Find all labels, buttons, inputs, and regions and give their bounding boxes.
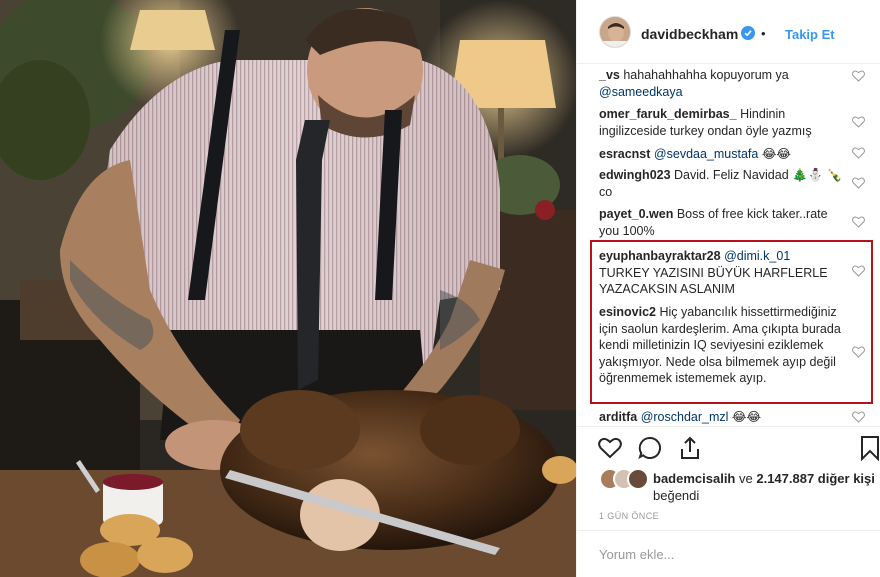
comment-like-heart-icon[interactable]: [852, 147, 865, 159]
comment-mention[interactable]: @roschdar_mzl: [641, 410, 729, 424]
post-timestamp[interactable]: 1 GÜN ÖNCE: [599, 511, 659, 521]
likes-count[interactable]: 2.147.887 diğer kişi: [756, 471, 875, 486]
comment-item: eyuphanbayraktar28 @dimi.k_01 TURKEY YAZ…: [599, 248, 849, 298]
action-bar: [577, 426, 880, 466]
liker-avatar[interactable]: [627, 468, 649, 490]
comment-item: payet_0.wen Boss of free kick taker..rat…: [599, 206, 849, 239]
bookmark-icon[interactable]: [857, 435, 880, 461]
comment-item: _vs hahahahhahha kopuyorum ya @sameedkay…: [599, 67, 849, 100]
comment-like-heart-icon[interactable]: [852, 177, 865, 189]
comment-item: omer_faruk_demirbas_ Hindinin ingilizces…: [599, 106, 849, 139]
comment-mention[interactable]: @sevdaa_mustafa: [654, 147, 758, 161]
comment-mention[interactable]: @dimi.k_01: [724, 249, 790, 263]
comment-like-heart-icon[interactable]: [852, 70, 865, 82]
header-username[interactable]: davidbeckham: [641, 26, 738, 42]
add-comment-placeholder[interactable]: Yorum ekle...: [599, 547, 674, 562]
comment-username[interactable]: esinovic2: [599, 305, 656, 319]
share-icon[interactable]: [677, 435, 703, 461]
comment-like-heart-icon[interactable]: [852, 216, 865, 228]
comment-like-heart-icon[interactable]: [852, 346, 865, 358]
comment-like-heart-icon[interactable]: [852, 265, 865, 277]
photo-illustration: [0, 0, 576, 577]
comment-text: TURKEY YAZISINI BÜYÜK HARFLERLE YAZACAKS…: [599, 265, 828, 297]
comment-username[interactable]: eyuphanbayraktar28: [599, 249, 721, 263]
post-photo[interactable]: [0, 0, 576, 577]
comment-item: edwingh023 David. Feliz Navidad 🎄⛄ 🍾co: [599, 167, 849, 200]
comment-username[interactable]: payet_0.wen: [599, 207, 673, 221]
comment-username[interactable]: edwingh023: [599, 168, 671, 182]
likes-connector: ve: [739, 471, 753, 486]
add-comment-field[interactable]: Yorum ekle...: [577, 530, 880, 577]
comment-item: esracnst @sevdaa_mustafa 😂😂: [599, 146, 849, 163]
comment-username[interactable]: _vs: [599, 68, 620, 82]
likes-summary: bademcisalih ve 2.147.887 diğer kişi beğ…: [599, 468, 879, 504]
likes-username[interactable]: bademcisalih: [653, 471, 735, 486]
comment-username[interactable]: esracnst: [599, 147, 650, 161]
heart-icon[interactable]: [597, 435, 623, 461]
comment-emoji: 😂😂: [731, 410, 762, 424]
comment-text: hahahahhahha kopuyorum ya: [623, 68, 789, 82]
verified-badge-icon: [741, 26, 755, 40]
comment-like-heart-icon[interactable]: [852, 411, 865, 423]
avatar[interactable]: [599, 16, 631, 48]
follow-button[interactable]: Takip Et: [785, 27, 835, 42]
post-sidebar: davidbeckham • Takip Et _vs hahahahhahha…: [576, 0, 880, 577]
comment-username[interactable]: arditfa: [599, 410, 637, 424]
comment-like-heart-icon[interactable]: [852, 116, 865, 128]
likes-suffix: beğendi: [653, 488, 700, 503]
header-separator: •: [761, 26, 766, 41]
likes-text: bademcisalih ve 2.147.887 diğer kişi beğ…: [653, 470, 880, 504]
comment-emoji: 😂😂: [761, 147, 792, 161]
comment-list: _vs hahahahhahha kopuyorum ya @sameedkay…: [577, 64, 880, 426]
comment-item: arditfa @roschdar_mzl 😂😂: [599, 409, 849, 426]
comment-mention[interactable]: @sameedkaya: [599, 85, 683, 99]
post-header: davidbeckham • Takip Et: [577, 0, 880, 64]
comment-username[interactable]: omer_faruk_demirbas_: [599, 107, 737, 121]
comment-icon[interactable]: [637, 435, 663, 461]
comment-item: esinovic2 Hiç yabancılık hissettirmediği…: [599, 304, 849, 387]
